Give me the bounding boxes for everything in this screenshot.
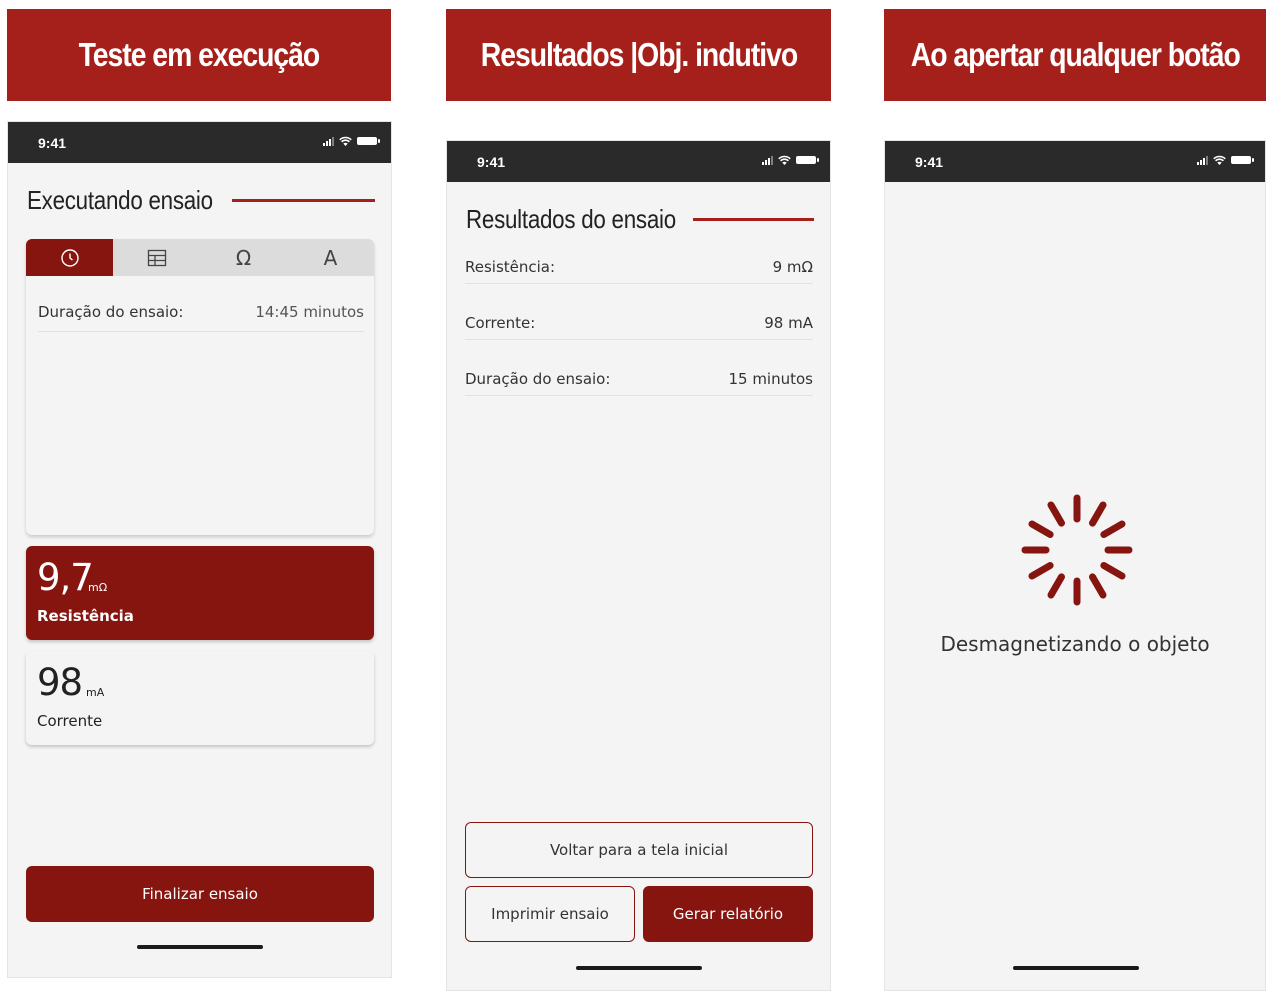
generate-report-button[interactable]: Gerar relatório [643, 886, 813, 942]
info-card: Ω A Duração do ensaio: 14:45 minutos [26, 239, 374, 535]
wifi-icon [339, 136, 352, 146]
signal-icon [762, 155, 773, 165]
banner-button-press-text: Ao apertar qualquer botão [910, 36, 1240, 73]
status-time: 9:41 [477, 154, 506, 170]
tab-resistance[interactable]: Ω [200, 239, 287, 276]
signal-icon [323, 136, 334, 146]
ohm-icon: Ω [235, 245, 252, 270]
current-label: Corrente [37, 712, 103, 730]
battery-icon [357, 137, 380, 145]
result-label: Corrente: [465, 314, 536, 332]
resistance-value: 9,7 [37, 556, 94, 599]
resistance-label: Resistência [37, 607, 134, 625]
duration-row: Duração do ensaio: 14:45 minutos [38, 296, 364, 332]
signal-icon [1197, 155, 1208, 165]
status-time: 9:41 [38, 135, 67, 151]
banner-results: Resultados |Obj. indutivo [446, 9, 831, 101]
result-value: 98 mA [764, 314, 813, 332]
home-indicator [576, 966, 702, 970]
result-label: Duração do ensaio: [465, 370, 611, 388]
banner-results-text: Resultados |Obj. indutivo [480, 36, 797, 73]
status-time: 9:41 [915, 154, 944, 170]
page-title: Executando ensaio [27, 185, 213, 215]
loading-message: Desmagnetizando o objeto [940, 632, 1210, 656]
status-bar: 9:41 [8, 122, 391, 163]
current-unit: mA [86, 686, 105, 699]
result-value: 9 mΩ [772, 258, 813, 276]
status-bar: 9:41 [447, 141, 830, 182]
status-icons [1197, 155, 1254, 165]
title-underline [232, 199, 375, 202]
status-icons [323, 136, 380, 146]
status-icons [762, 155, 819, 165]
result-label: Resistência: [465, 258, 556, 276]
ampere-icon: A [323, 245, 338, 270]
home-indicator [137, 945, 263, 949]
current-value: 98 [37, 661, 83, 704]
current-card[interactable]: 98 mA Corrente [26, 651, 374, 745]
result-row-current: Corrente: 98 mA [465, 310, 813, 340]
battery-icon [796, 156, 819, 164]
page-title: Resultados do ensaio [466, 204, 676, 234]
banner-running-text: Teste em execução [78, 36, 321, 73]
back-home-button[interactable]: Voltar para a tela inicial [465, 822, 813, 878]
phone-screen-running: 9:41 Executando ensaio Ω A Duração do en… [7, 121, 392, 978]
tab-current[interactable]: A [287, 239, 374, 276]
result-row-duration: Duração do ensaio: 15 minutos [465, 366, 813, 396]
loading-spinner-icon [1021, 494, 1133, 606]
table-icon [147, 249, 166, 266]
banner-button-press: Ao apertar qualquer botão [884, 9, 1266, 101]
tab-bar: Ω A [26, 239, 374, 276]
clock-icon [60, 248, 79, 267]
home-indicator [1013, 966, 1139, 970]
resistance-unit: mΩ [88, 581, 108, 594]
result-value: 15 minutos [728, 370, 813, 388]
finish-test-button[interactable]: Finalizar ensaio [26, 866, 374, 922]
tab-table[interactable] [113, 239, 200, 276]
duration-label: Duração do ensaio: [38, 303, 184, 321]
status-bar: 9:41 [885, 141, 1265, 182]
tab-duration[interactable] [26, 239, 113, 276]
duration-value: 14:45 minutos [255, 303, 364, 321]
wifi-icon [1213, 155, 1226, 165]
result-row-resistance: Resistência: 9 mΩ [465, 254, 813, 284]
print-test-button[interactable]: Imprimir ensaio [465, 886, 635, 942]
battery-icon [1231, 156, 1254, 164]
phone-screen-loading: 9:41 Desmagnetizando o objeto [884, 140, 1266, 991]
wifi-icon [778, 155, 791, 165]
resistance-card[interactable]: 9,7 mΩ Resistência [26, 546, 374, 640]
title-underline [693, 218, 814, 221]
phone-screen-results: 9:41 Resultados do ensaio Resistência: 9… [446, 140, 831, 991]
banner-running: Teste em execução [7, 9, 391, 101]
